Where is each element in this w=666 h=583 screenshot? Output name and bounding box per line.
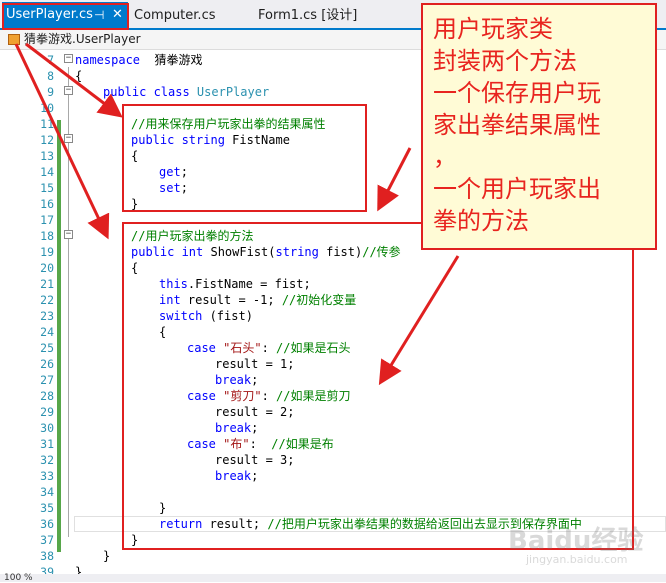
tab-label: Form1.cs [设计] <box>258 8 358 23</box>
line-number: 26 <box>40 357 54 371</box>
line-number: 37 <box>40 533 54 547</box>
line-number: 12 <box>40 133 54 147</box>
line-number: 14 <box>40 165 54 179</box>
code-token: } <box>103 549 111 563</box>
tab-computer-cs[interactable]: Computer.cs <box>134 4 216 28</box>
method-highlight-box <box>122 222 634 550</box>
line-number: 8 <box>47 69 54 83</box>
line-number: 22 <box>40 293 54 307</box>
annotation-callout: 用户玩家类 封装两个方法 一个保存用户玩 家出拳结果属性 ， 一个用户玩家出 拳… <box>421 3 657 250</box>
callout-line: 封装两个方法 <box>433 47 577 75</box>
tab-highlight-box <box>2 3 129 30</box>
line-number: 23 <box>40 309 54 323</box>
line-number: 21 <box>40 277 54 291</box>
code-line[interactable]: namespace 猜拳游戏 <box>75 52 202 68</box>
watermark-sub: jingyan.baidu.com <box>526 553 628 566</box>
code-line[interactable]: { <box>75 68 82 84</box>
line-number: 13 <box>40 149 54 163</box>
class-icon <box>8 34 20 45</box>
callout-line: 一个用户玩家出 <box>433 175 601 203</box>
collapse-namespace-icon[interactable]: − <box>64 54 73 63</box>
line-number: 25 <box>40 341 54 355</box>
line-number: 9 <box>47 85 54 99</box>
code-token: UserPlayer <box>196 85 270 99</box>
watermark-text: Baidu经验 <box>508 526 644 556</box>
code-line[interactable]: { <box>103 100 110 116</box>
line-number: 29 <box>40 405 54 419</box>
line-number: 11 <box>40 117 54 131</box>
line-number: 20 <box>40 261 54 275</box>
line-number: 24 <box>40 325 54 339</box>
line-number: 16 <box>40 197 54 211</box>
line-number: 34 <box>40 485 54 499</box>
line-number: 15 <box>40 181 54 195</box>
tab-form1-designer[interactable]: Form1.cs [设计] <box>258 4 357 28</box>
collapse-class-icon[interactable]: − <box>64 86 73 95</box>
code-token: public class <box>103 85 197 99</box>
property-highlight-box <box>122 104 367 212</box>
line-number: 28 <box>40 389 54 403</box>
code-token: { <box>103 101 111 115</box>
line-number: 18 <box>40 229 54 243</box>
line-number: 10 <box>40 101 54 115</box>
code-line[interactable]: public class UserPlayer <box>103 84 269 100</box>
line-number: 31 <box>40 437 54 451</box>
tab-label: Computer.cs <box>134 8 216 23</box>
line-number: 19 <box>40 245 54 259</box>
callout-line: 拳的方法 <box>433 207 529 235</box>
line-number: 30 <box>40 421 54 435</box>
zoom-level[interactable]: 100 % <box>0 574 666 583</box>
line-number: 7 <box>47 53 54 67</box>
collapse-property-icon[interactable]: − <box>64 134 73 143</box>
code-token: { <box>75 69 83 83</box>
line-number: 17 <box>40 213 54 227</box>
code-token: namespace <box>75 53 141 67</box>
line-number: 32 <box>40 453 54 467</box>
code-line[interactable]: } <box>103 548 110 564</box>
collapse-method-icon[interactable]: − <box>64 230 73 239</box>
line-number: 36 <box>40 517 54 531</box>
line-number: 33 <box>40 469 54 483</box>
line-number: 35 <box>40 501 54 515</box>
callout-line: 一个保存用户玩 <box>433 79 601 107</box>
navigation-path: 猜拳游戏.UserPlayer <box>24 32 141 46</box>
code-token: 猜拳游戏 <box>140 53 203 67</box>
line-number: 27 <box>40 373 54 387</box>
line-number: 38 <box>40 549 54 563</box>
baidu-watermark: Baidu经验 jingyan.baidu.com <box>508 520 643 566</box>
callout-line: 用户玩家类 <box>433 15 553 43</box>
callout-line: 家出拳结果属性 <box>433 111 601 139</box>
change-indicator-bar <box>57 120 61 552</box>
callout-line: ， <box>433 143 457 171</box>
